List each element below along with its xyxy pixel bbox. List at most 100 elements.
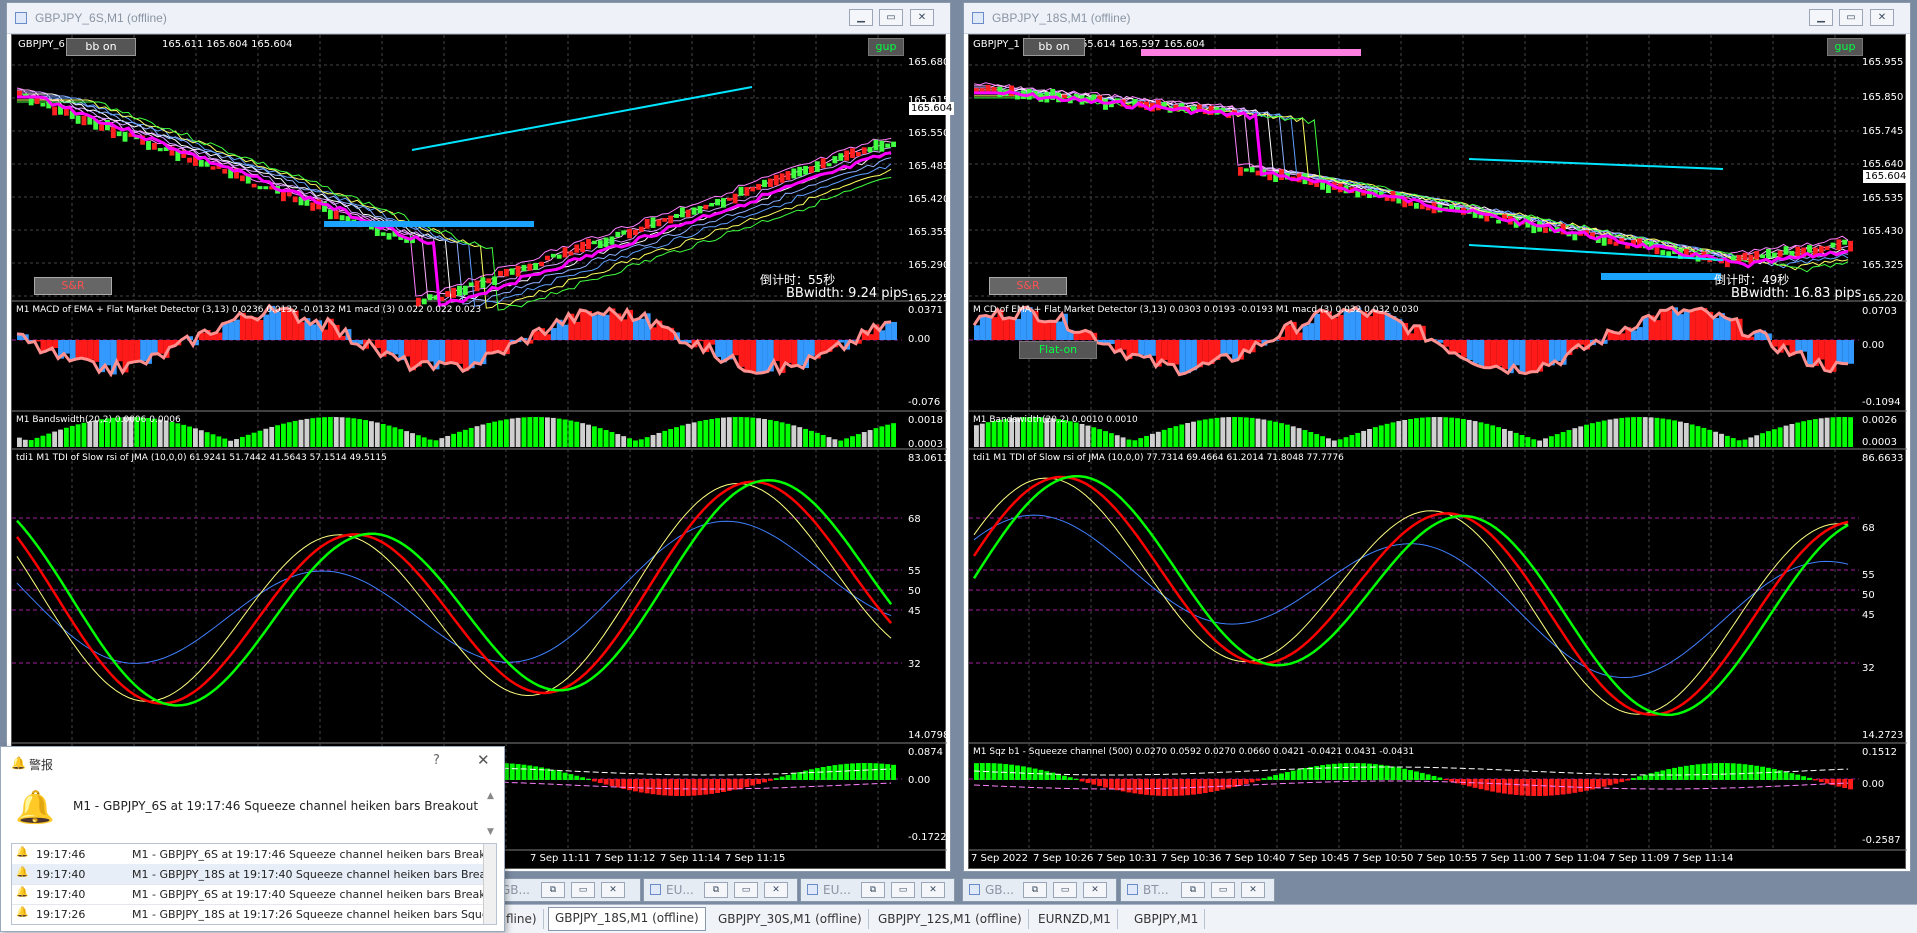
chart-window-right[interactable]: GBPJPY_18S,M1 (offline) ▁ ▭ ✕ GBPJPY_1 4… (963, 2, 1911, 872)
bell-icon: 🔔 (16, 847, 28, 858)
close-icon[interactable]: ✕ (601, 882, 625, 898)
bandswidth-bar (1578, 426, 1583, 447)
title-bar[interactable]: GBPJPY_18S,M1 (offline) ▁ ▭ ✕ (964, 3, 1910, 34)
price-tick: 165.680 (908, 57, 949, 68)
squeeze-tick: -0.2587 (1862, 835, 1901, 846)
macd-bar (885, 322, 891, 340)
maximize-icon[interactable]: ▭ (571, 882, 595, 898)
chart-window-left[interactable]: GBPJPY_6S,M1 (offline) ▁ ▭ ✕ GBPJPY_6 16… (6, 2, 951, 872)
candle (668, 216, 673, 224)
squeeze-bar (1449, 779, 1454, 782)
restore-icon[interactable]: ⧉ (704, 882, 728, 898)
maximize-icon[interactable]: ▭ (891, 882, 915, 898)
minimize-icon[interactable]: ▁ (849, 9, 873, 26)
alert-list[interactable]: 🔔 19:17:46 M1 - GBPJPY_6S at 19:17:46 Sq… (11, 843, 497, 925)
close-icon[interactable]: ✕ (477, 751, 490, 769)
bandswidth-bar (1209, 419, 1214, 447)
squeeze-bar (1631, 778, 1636, 780)
list-item[interactable]: 🔔 19:17:40 M1 - GBPJPY_6S at 19:17:40 Sq… (12, 884, 486, 905)
close-icon[interactable]: ✕ (1870, 9, 1894, 26)
sr-button[interactable]: S&R (989, 277, 1067, 295)
list-item[interactable]: 🔔 19:17:46 M1 - GBPJPY_6S at 19:17:46 Sq… (12, 844, 486, 865)
candle (744, 187, 749, 196)
close-icon[interactable]: ✕ (910, 9, 934, 26)
bandswidth-bar (1637, 417, 1642, 447)
squeeze-bar (1197, 779, 1202, 794)
restore-icon[interactable]: ⧉ (541, 882, 565, 898)
alert-text: M1 - GBPJPY_18S at 19:17:40 Squeeze chan… (132, 868, 497, 881)
bandswidth-bar (240, 437, 245, 447)
minimized-window[interactable]: GB... ⧉ ▭ ✕ (962, 878, 1117, 902)
chart-tab[interactable]: GBPJPY_30S,M1 (offline) (712, 909, 869, 929)
maximize-icon[interactable]: ▭ (1053, 882, 1077, 898)
bandswidth-bar (439, 438, 444, 447)
squeeze-bar (838, 764, 843, 780)
gup-button[interactable]: gup (868, 38, 904, 56)
macd-bar (1690, 311, 1696, 340)
maximize-icon[interactable]: ▭ (1839, 9, 1863, 26)
bandswidth-bar (721, 418, 726, 447)
maximize-icon[interactable]: ▭ (734, 882, 758, 898)
candle (516, 266, 521, 277)
restore-icon[interactable]: ⧉ (861, 882, 885, 898)
bb-on-button[interactable]: bb on (1023, 38, 1085, 56)
help-icon[interactable]: ? (433, 753, 440, 768)
scroll-up-icon[interactable]: ▲ (487, 791, 494, 801)
macd-bar (1191, 340, 1197, 370)
scrollbar[interactable] (483, 844, 496, 924)
gup-button[interactable]: gup (1827, 38, 1863, 56)
bandswidth-bar (891, 423, 896, 447)
chart-tab[interactable]: GBPJPY_12S,M1 (offline) (872, 909, 1029, 929)
list-item[interactable]: 🔔 19:17:40 M1 - GBPJPY_18S at 19:17:40 S… (12, 864, 486, 885)
bandswidth-bar (1602, 421, 1607, 447)
scroll-down-icon[interactable]: ▼ (487, 827, 494, 837)
bandswidth-bar (850, 436, 855, 447)
macd-bar (299, 322, 305, 340)
minimized-window[interactable]: BT... ⧉ ▭ ✕ (1120, 878, 1275, 902)
chart-tab[interactable]: EURNZD,M1 (1032, 909, 1118, 929)
squeeze-bar (1760, 767, 1765, 780)
flat-on-button[interactable]: Flat-on (1019, 341, 1097, 359)
squeeze-bar (1220, 779, 1225, 790)
minimize-icon[interactable]: ▁ (1809, 9, 1833, 26)
chart-tab-active[interactable]: GBPJPY_18S,M1 (offline) (548, 907, 706, 931)
ma-ribbon-line (974, 85, 1848, 260)
macd-bar (258, 320, 264, 340)
chart-canvas[interactable]: GBPJPY_1 4 165.614 165.597 165.604 bb on… (968, 34, 1906, 869)
close-icon[interactable]: ✕ (921, 882, 945, 898)
close-icon[interactable]: ✕ (1241, 882, 1265, 898)
close-icon[interactable]: ✕ (1083, 882, 1107, 898)
squeeze-bar (633, 779, 638, 791)
maximize-icon[interactable]: ▭ (879, 9, 903, 26)
minimized-window[interactable]: EU... ⧉ ▭ ✕ (800, 878, 955, 902)
bandswidth-bar (733, 417, 738, 447)
chart-canvas[interactable]: GBPJPY_6 165.611 165.604 165.604 bb on g… (11, 34, 946, 869)
title-bar[interactable]: GBPJPY_6S,M1 (offline) ▁ ▭ ✕ (7, 3, 950, 34)
time-label: 7 Sep 11:12 (595, 853, 655, 864)
alert-dialog[interactable]: 🔔 警报 ? ✕ 🔔 M1 - GBPJPY_6S at 19:17:46 Sq… (0, 746, 505, 932)
close-icon[interactable]: ✕ (764, 882, 788, 898)
macd-bar (1414, 326, 1420, 340)
macd-bar (980, 316, 986, 340)
minimized-window[interactable]: EU... ⧉ ▭ ✕ (643, 878, 798, 902)
squeeze-bar (1443, 779, 1448, 780)
bandswidth-bar (1655, 418, 1660, 447)
bandswidth-bar (392, 427, 397, 447)
chart-tab[interactable]: fline) (500, 909, 544, 929)
candle (727, 198, 732, 201)
squeeze-bar (580, 777, 585, 780)
macd-bar (1490, 340, 1496, 368)
bandswidth-bar (604, 430, 609, 447)
squeeze-bar (563, 773, 568, 780)
bandswidth-bar (222, 439, 227, 447)
chart-tab[interactable]: GBPJPY,M1 (1128, 909, 1205, 929)
squeeze-bar (627, 779, 632, 790)
sr-button[interactable]: S&R (34, 277, 112, 295)
maximize-icon[interactable]: ▭ (1211, 882, 1235, 898)
restore-icon[interactable]: ⧉ (1181, 882, 1205, 898)
bb-on-button[interactable]: bb on (66, 38, 136, 56)
list-item[interactable]: 🔔 19:17:26 M1 - GBPJPY_18S at 19:17:26 S… (12, 904, 486, 925)
restore-icon[interactable]: ⧉ (1023, 882, 1047, 898)
bandswidth-bar (1584, 425, 1589, 447)
macd-bar (891, 322, 897, 340)
